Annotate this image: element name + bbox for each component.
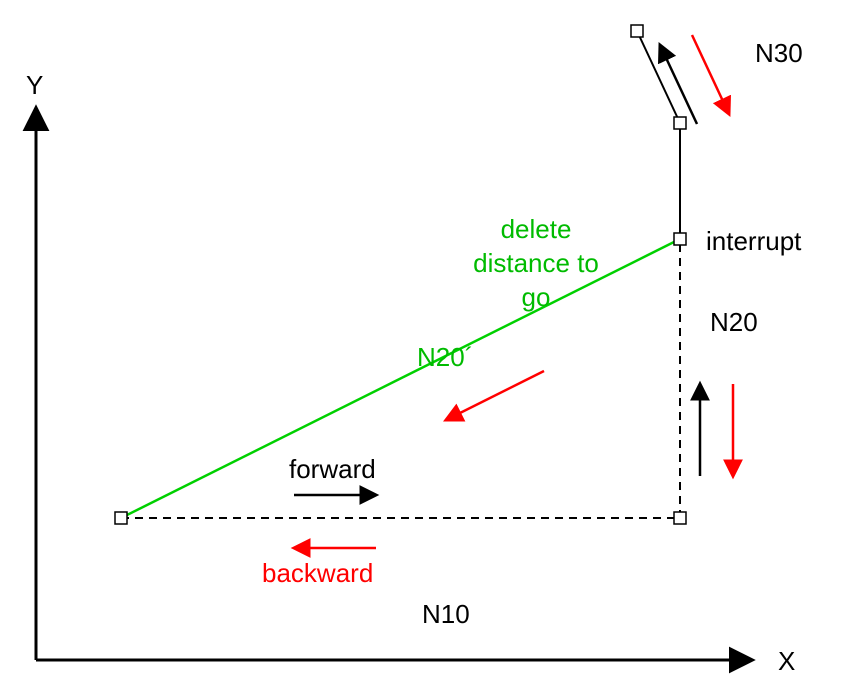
- arrow-n30-down: [692, 35, 729, 114]
- label-backward: backward: [262, 558, 373, 588]
- node-corner: [674, 512, 686, 524]
- node-interrupt: [674, 233, 686, 245]
- label-n30: N30: [755, 38, 803, 68]
- x-axis-label: X: [778, 646, 795, 676]
- label-n10: N10: [422, 599, 470, 629]
- label-delete-1: delete: [501, 214, 572, 244]
- path-n30: [637, 31, 680, 123]
- label-delete-2: distance to: [473, 248, 599, 278]
- node-n30-tip: [631, 25, 643, 37]
- arrow-n20prime-back: [446, 371, 544, 420]
- label-n20-prime: N20´: [417, 342, 473, 372]
- arrow-n30-up: [660, 45, 697, 124]
- label-delete-3: go: [522, 282, 551, 312]
- path-n20-prime: [121, 239, 680, 518]
- node-n30-base: [674, 117, 686, 129]
- y-axis-label: Y: [26, 70, 43, 100]
- node-n10-start: [115, 512, 127, 524]
- label-forward: forward: [289, 454, 376, 484]
- label-n20: N20: [710, 307, 758, 337]
- label-interrupt: interrupt: [706, 226, 802, 256]
